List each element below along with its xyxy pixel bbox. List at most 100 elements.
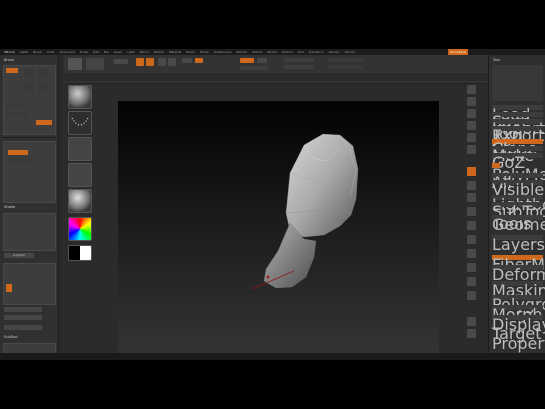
tool-menu-item[interactable]: Polygroups [492,295,545,314]
tool-thumbnails[interactable] [492,65,543,101]
brush-setting-active[interactable] [36,120,52,125]
tool-menu-item[interactable]: Geometry [492,215,545,234]
zoom-icon[interactable] [467,121,476,130]
toggle-orange[interactable] [492,163,500,168]
material-active-button[interactable] [8,150,28,155]
tool-menu-item[interactable]: Display Properties [492,315,545,353]
tool-menu-item[interactable]: Deformation [492,265,545,284]
stroke-thumbnail[interactable] [68,111,92,135]
tool-menu-item-active[interactable]: Clone [492,139,543,158]
menu-zplugin[interactable]: Zplugin [328,50,339,54]
xyz-icon[interactable] [467,207,476,216]
tool-menu-item[interactable]: GoZ [492,153,543,172]
menu-document[interactable]: Document [60,50,76,54]
document-canvas[interactable] [118,101,439,360]
menu-transform[interactable]: Transform [309,50,324,54]
zadd-button[interactable] [240,58,254,63]
scale-button[interactable] [158,58,166,66]
menu-layer[interactable]: Layer [114,50,122,54]
local-icon[interactable] [467,193,476,202]
texture-thumbnail[interactable] [68,163,92,187]
zsub-button[interactable] [257,58,267,63]
aahalf-icon[interactable] [467,145,476,154]
lightbox-toggle[interactable]: Lightbox [4,253,34,258]
material-icon[interactable] [38,82,48,92]
menu-file[interactable]: File [104,50,109,54]
menu-render[interactable]: Render [237,50,248,54]
rotate-icon[interactable] [467,263,476,272]
menu-movie[interactable]: Movie [186,50,195,54]
menu-preferences[interactable]: Preferences [214,50,232,54]
projection-master-button[interactable] [68,58,82,70]
menu-picker[interactable]: Picker [200,50,209,54]
menu-color[interactable]: Color [47,50,55,54]
menu-light[interactable]: Light [127,50,135,54]
tool-menu-item[interactable]: Morph Target [492,305,543,343]
tool-menu-item[interactable]: Layers [492,235,545,254]
tool-menu-item[interactable]: Save As [492,112,543,150]
lightbox-button[interactable] [86,58,104,70]
tool-menu-item[interactable]: All [492,173,543,192]
menu-alpha[interactable]: Alpha [20,50,29,54]
tool-menu-item[interactable]: Masking [492,281,545,300]
menu-macro[interactable]: Macro [140,50,149,54]
menu-stencil[interactable]: Stencil [252,50,262,54]
draw-button[interactable] [136,58,144,66]
tool-menu-item[interactable]: Import [492,119,545,138]
tool-menu-item[interactable]: Visible [492,180,544,199]
mrgb-button[interactable] [182,58,192,63]
floor-icon[interactable] [467,181,476,190]
transp-icon[interactable] [467,291,476,300]
material-thumbnail[interactable] [68,189,92,213]
tool-menu-item[interactable]: Load Tool [492,105,543,143]
brush-option-row[interactable] [4,315,42,320]
brush-setting-row[interactable] [6,104,22,109]
texture-icon[interactable] [24,82,34,92]
rotate-button[interactable] [168,58,176,66]
menu-draw[interactable]: Draw [80,50,88,54]
polyf-icon[interactable] [467,277,476,286]
move-button[interactable] [146,58,154,66]
brush-thumbnail[interactable] [68,85,92,109]
left-tray: Brush Stroke Lightbox SubTool [0,55,59,360]
scroll-icon[interactable] [467,109,476,118]
z-intensity-slider[interactable] [240,66,268,70]
color-picker-icon[interactable] [68,217,92,241]
menu-stroke[interactable]: Stroke [267,50,277,54]
brush-option-row[interactable] [4,307,42,312]
xpose-icon[interactable] [467,329,476,338]
menu-marker[interactable]: Marker [154,50,164,54]
focal-shift-slider[interactable] [284,58,314,62]
menu-brush[interactable]: Brush [33,50,42,54]
main-secondary-color-swatch[interactable] [68,245,92,261]
tool-menu-item-active[interactable]: FiberMesh [492,255,545,274]
menu-texture[interactable]: Texture [282,50,293,54]
spix-icon[interactable] [467,97,476,106]
solo-icon[interactable] [467,317,476,326]
tool-menu-item[interactable]: Make PolyMesh3D [492,146,545,184]
tool-menu-item[interactable]: Lightbox Tools [492,195,545,233]
alpha-icon[interactable] [38,68,48,78]
tool-menu-item[interactable]: SubTool [492,202,545,221]
menu-zscript[interactable]: Zscript [345,50,355,54]
material-row[interactable] [8,158,30,163]
scale-icon[interactable] [467,249,476,258]
draw-size-slider[interactable] [284,65,314,69]
menu-material[interactable]: Material [169,50,181,54]
tool-menu-item[interactable]: Export [492,126,544,145]
brush-setting-row[interactable] [6,112,28,117]
orange-toggle[interactable] [6,284,12,292]
dots-stroke-icon[interactable] [24,68,34,78]
move-icon[interactable] [467,235,476,244]
persp-icon[interactable] [467,167,476,176]
brush-option-row[interactable] [4,325,42,330]
edit-button[interactable] [114,59,128,64]
frame-icon[interactable] [467,221,476,230]
rgb-button[interactable] [195,58,203,63]
bpr-icon[interactable] [467,85,476,94]
menu-tool[interactable]: Tool [298,50,304,54]
alpha-thumbnail[interactable] [68,137,92,161]
menu-edit[interactable]: Edit [93,50,99,54]
brush-standard-button[interactable] [6,68,18,73]
actual-icon[interactable] [467,133,476,142]
